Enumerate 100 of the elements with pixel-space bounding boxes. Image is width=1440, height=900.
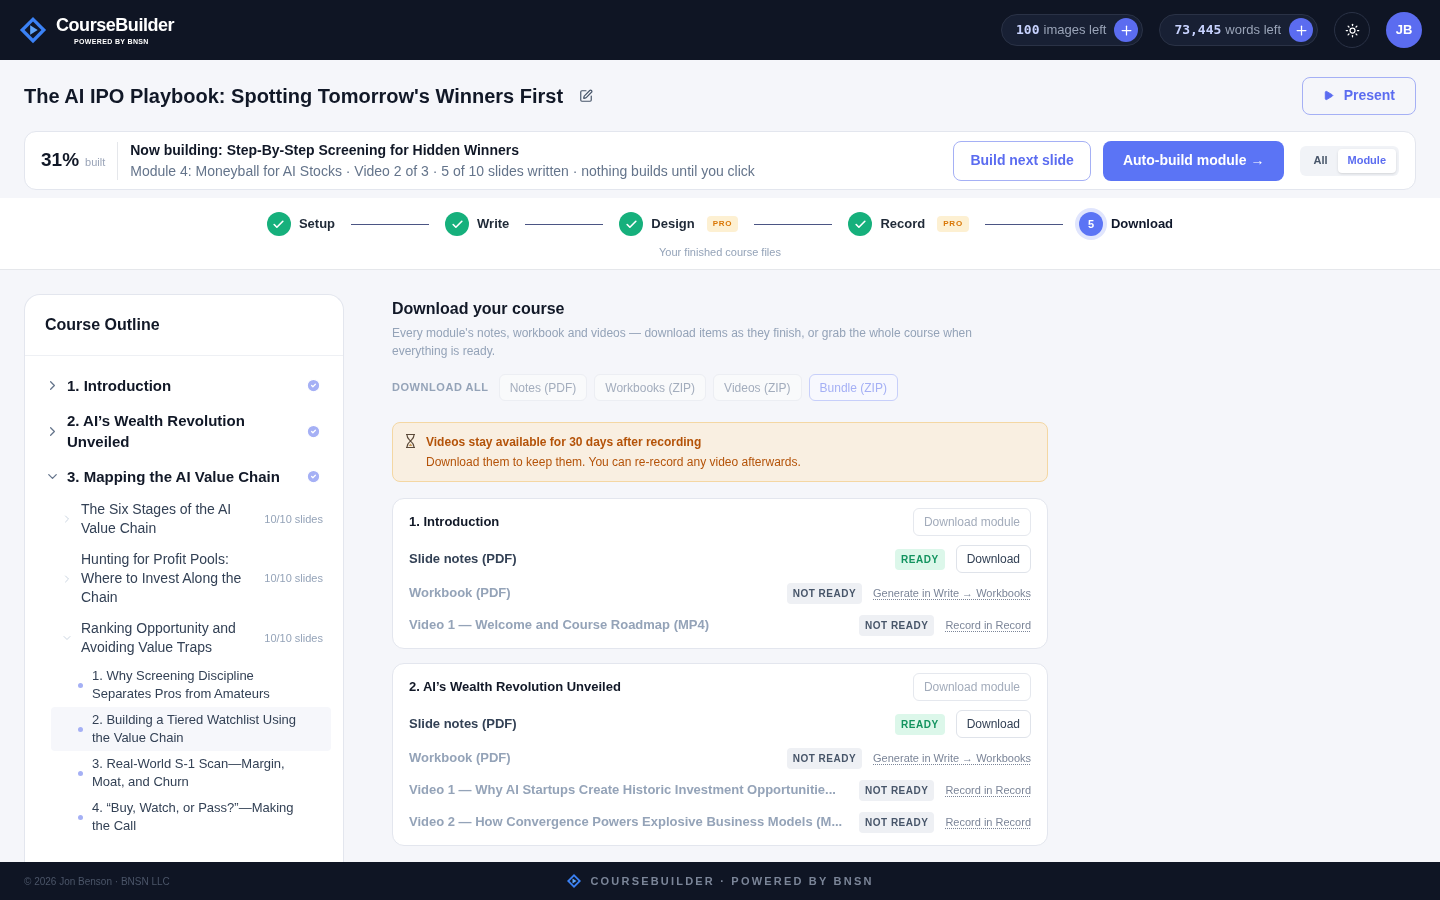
file-name: Slide notes (PDF)	[409, 550, 517, 569]
section-title: Download your course	[392, 299, 566, 319]
lesson-item[interactable]: Ranking Opportunity and Avoiding Value Traps 10/10 slides	[61, 613, 323, 663]
step-label: Write	[477, 215, 510, 234]
brand-name: CourseBuilder	[56, 15, 175, 34]
plus-icon	[1293, 22, 1309, 38]
step[interactable]: Design PRO	[619, 212, 739, 236]
download-button[interactable]: Download	[955, 710, 1031, 738]
plus-icon	[1118, 22, 1134, 38]
check-icon	[848, 212, 873, 236]
step[interactable]: 5 Download	[1078, 212, 1174, 236]
slide-title: 3. Real-World S-1 Scan—Margin, Moat, and Churn	[92, 755, 286, 791]
scope-tab[interactable]: Module	[1337, 148, 1396, 173]
lesson-item[interactable]: Hunting for Profit Pools: Where to Invest Along the Chain 10/10 slides	[61, 544, 323, 613]
slide-count: 10/10 slides	[264, 630, 323, 646]
step-label: Record	[880, 215, 926, 234]
file-name: Slide notes (PDF)	[409, 715, 517, 734]
status-badge: NOT READY	[859, 614, 935, 636]
build-percent-label: built	[85, 155, 106, 171]
slide-item[interactable]: 4. “Buy, Watch, or Pass?”—Making the Call	[51, 795, 331, 839]
module-title: 3. Mapping the AI Value Chain	[67, 467, 281, 487]
slide-item[interactable]: 3. Real-World S-1 Scan—Margin, Moat, and Churn	[51, 751, 331, 795]
slide-title: 1. Why Screening Discipline Separates Pros from Amateurs	[92, 667, 271, 703]
check-icon	[266, 212, 291, 236]
module-item[interactable]: 3. Mapping the AI Value Chain	[45, 459, 323, 494]
status-badge: READY	[895, 548, 945, 570]
action-link[interactable]: Record in Record	[945, 781, 1031, 799]
slide-item[interactable]: 2. Building a Tiered Watchlist Using the Value Chain	[51, 707, 331, 751]
slide-count: 10/10 slides	[264, 571, 323, 587]
module-item[interactable]: 2. AI’s Wealth Revolution Unveiled	[45, 403, 323, 459]
slide-title: 4. “Buy, Watch, or Pass?”—Making the Call	[92, 799, 295, 835]
file-name: Workbook (PDF)	[409, 584, 511, 603]
bullet-icon	[78, 726, 83, 732]
lesson-title: The Six Stages of the AI Value Chain	[81, 500, 233, 538]
pro-badge: PRO	[937, 216, 969, 232]
module-title: 1. Introduction	[409, 513, 500, 532]
step[interactable]: Record PRO	[848, 212, 969, 236]
action-link[interactable]: Generate in Write → Workbooks	[873, 749, 1031, 767]
lesson-title: Hunting for Profit Pools: Where to Invest Along the Chain	[81, 550, 243, 607]
edit-icon[interactable]	[579, 88, 594, 103]
play-icon	[1322, 90, 1334, 101]
build-next-button[interactable]: Build next slide	[953, 140, 1091, 181]
status-badge: NOT READY	[786, 582, 863, 604]
status-badge: NOT READY	[859, 811, 935, 833]
add-button[interactable]	[1114, 18, 1139, 42]
avatar[interactable]: JB	[1386, 12, 1422, 48]
file-name: Workbook (PDF)	[409, 749, 511, 768]
slide-item[interactable]: 1. Why Screening Discipline Separates Pros from Amateurs	[51, 663, 331, 707]
download-button[interactable]: Download	[955, 545, 1031, 573]
lesson-item[interactable]: The Six Stages of the AI Value Chain 10/10 slides	[61, 494, 323, 544]
notice-body: Download them to keep them. You can re-record any video afterwards.	[426, 454, 801, 471]
course-title: The AI IPO Playbook: Spotting Tomorrow's Winners First	[24, 83, 564, 109]
step-label: Download	[1110, 215, 1174, 234]
file-name: Video 1 — Welcome and Course Roadmap (MP4)	[409, 616, 710, 635]
present-button[interactable]: Present	[1301, 76, 1416, 115]
credit-label: words left	[1225, 21, 1281, 40]
add-button[interactable]	[1289, 18, 1313, 42]
logo-icon	[566, 873, 583, 889]
step[interactable]: Write	[445, 212, 510, 236]
file-name: Video 1 — Why AI Startups Create Historic Investment Opportunitie...	[409, 781, 836, 800]
slide-count: 10/10 slides	[264, 511, 323, 527]
footer-brand: COURSEBUILDER · POWERED BY BNSN	[590, 873, 874, 889]
bullet-icon	[78, 814, 83, 820]
file-name: Video 2 — How Convergence Powers Explosive Business Models (M...	[409, 813, 843, 832]
check-icon	[619, 212, 644, 236]
sun-icon	[1344, 22, 1360, 38]
status-badge: READY	[895, 713, 945, 735]
hourglass-icon	[405, 434, 416, 448]
slide-title: 2. Building a Tiered Watchlist Using the Value Chain	[92, 711, 297, 747]
action-link[interactable]: Record in Record	[945, 813, 1031, 831]
logo-icon	[18, 15, 48, 45]
copyright: © 2026 Jon Benson · BNSN LLC	[24, 874, 170, 889]
status-badge: NOT READY	[786, 747, 863, 769]
scope-tab[interactable]: All	[1303, 148, 1338, 173]
build-percent: 31%	[41, 148, 80, 173]
download-all-label: DOWNLOAD ALL	[392, 380, 489, 396]
module-title: 2. AI’s Wealth Revolution Unveiled	[67, 411, 246, 452]
bullet-icon	[78, 682, 83, 688]
action-link[interactable]: Generate in Write → Workbooks	[873, 584, 1031, 602]
pro-badge: PRO	[706, 216, 739, 232]
action-link[interactable]: Record in Record	[945, 616, 1031, 634]
build-detail: Module 4: Moneyball for AI Stocks · Video 2 of 3 · 5 of 10 slides written · nothing builds until you click	[130, 161, 755, 181]
auto-build-button[interactable]: Auto-build module →	[1102, 140, 1285, 181]
credit-amount: 100	[1016, 21, 1040, 40]
notice-title: Videos stay available for 30 days after recording	[426, 434, 703, 451]
section-description: Every module's notes, workbook and videos — download items as they finish, or grab the whole course when everything is ready.	[392, 325, 973, 360]
step-label: Setup	[298, 215, 336, 234]
module-item[interactable]: 1. Introduction	[45, 368, 323, 403]
build-heading: Now building: Step-By-Step Screening for Hidden Winners	[130, 140, 520, 160]
credit-label: images left	[1043, 21, 1107, 40]
module-title: 2. AI’s Wealth Revolution Unveiled	[409, 678, 621, 697]
bullet-icon	[78, 770, 83, 776]
lesson-title: Ranking Opportunity and Avoiding Value Traps	[81, 619, 237, 657]
status-badge: NOT READY	[859, 779, 935, 801]
credit-amount: 73,445	[1174, 21, 1222, 40]
step-label: Design	[651, 215, 695, 234]
check-icon	[445, 212, 470, 236]
step-caption: Your finished course files	[659, 245, 781, 260]
step[interactable]: Setup	[266, 212, 336, 236]
step-number: 5	[1078, 212, 1103, 236]
